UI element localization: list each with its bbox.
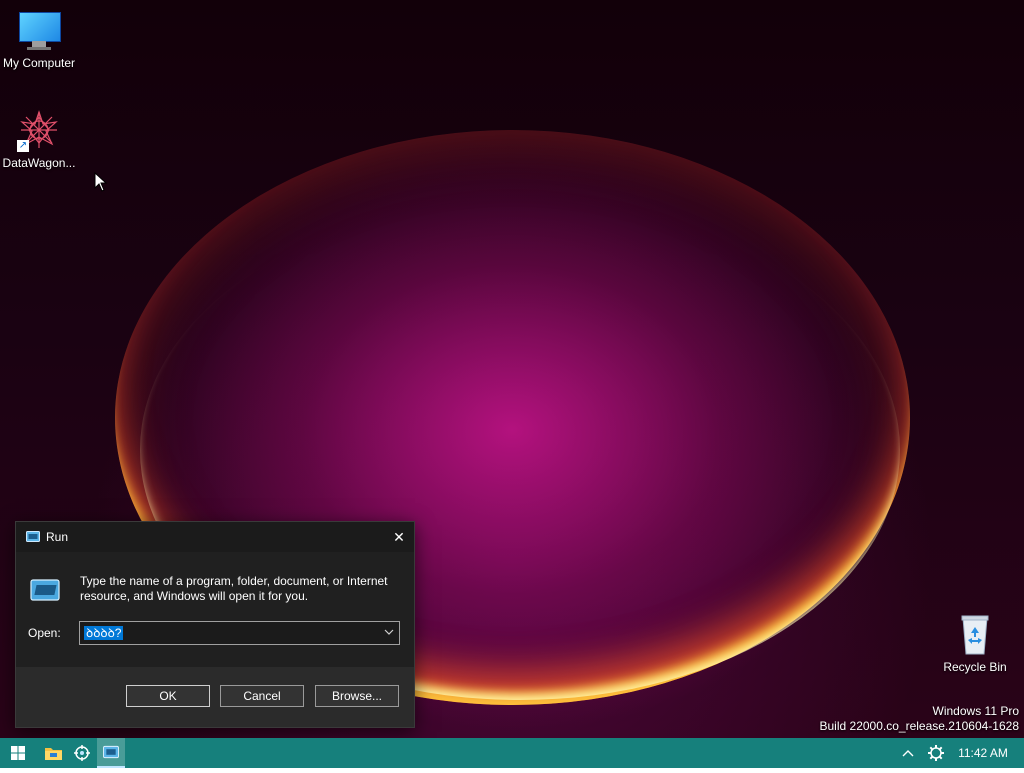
taskbar-clock[interactable]: 11:42 AM [950,738,1016,768]
taskbar-app[interactable] [67,738,97,768]
run-program-icon [30,579,60,601]
open-input-value[interactable]: ꝺꝺꝺꝺ? [84,626,124,640]
mouse-cursor-icon [94,172,108,192]
show-hidden-icons-button[interactable] [893,738,923,768]
run-dialog: Run ✕ Type the name of a program, folder… [15,521,415,728]
desktop: My Computer ↗ DataWagon... Recycle Bin W… [0,0,1024,738]
cancel-button[interactable]: Cancel [220,685,304,707]
windows-start-icon [11,746,25,760]
browse-button[interactable]: Browse... [315,685,399,707]
desktop-icon-my-computer[interactable]: My Computer [1,8,77,70]
recycle-bin-icon [953,612,997,656]
open-label: Open: [28,626,61,640]
run-icon [26,531,40,542]
file-explorer-icon [45,748,62,760]
watermark-edition: Windows 11 Pro [932,704,1019,718]
ok-button[interactable]: OK [126,685,210,707]
run-description: Type the name of a program, folder, docu… [80,574,388,603]
chevron-up-icon [902,750,914,757]
taskbar: 11:42 AM [0,738,1024,768]
start-button[interactable] [3,738,33,768]
taskbar-run[interactable] [97,738,125,768]
run-icon [103,745,119,759]
open-combobox[interactable]: ꝺꝺꝺꝺ? [79,621,400,645]
desktop-icon-label: My Computer [2,56,76,70]
run-dialog-title: Run [46,530,69,544]
close-button[interactable]: ✕ [384,522,414,552]
desktop-icon-recycle-bin[interactable]: Recycle Bin [937,612,1013,674]
taskbar-file-explorer[interactable] [38,738,68,768]
app-icon [74,745,90,761]
settings-button[interactable] [921,738,951,768]
shortcut-arrow-icon: ↗ [17,140,29,152]
monitor-icon [17,8,61,52]
windows-watermark: Windows 11 Pro Build 22000.co_release.21… [820,704,1020,734]
run-dialog-footer: OK Cancel Browse... [16,667,414,727]
gear-icon [928,745,944,761]
datawagon-icon: ↗ [17,108,61,152]
run-titlebar[interactable]: Run ✕ [16,522,414,552]
desktop-icon-label: DataWagon... [2,156,76,170]
desktop-icon-label: Recycle Bin [943,660,1007,674]
close-icon: ✕ [393,529,405,545]
desktop-icon-datawagon[interactable]: ↗ DataWagon... [1,108,77,170]
chevron-down-icon[interactable] [383,625,395,639]
watermark-build: Build 22000.co_release.210604-1628 [819,719,1020,733]
